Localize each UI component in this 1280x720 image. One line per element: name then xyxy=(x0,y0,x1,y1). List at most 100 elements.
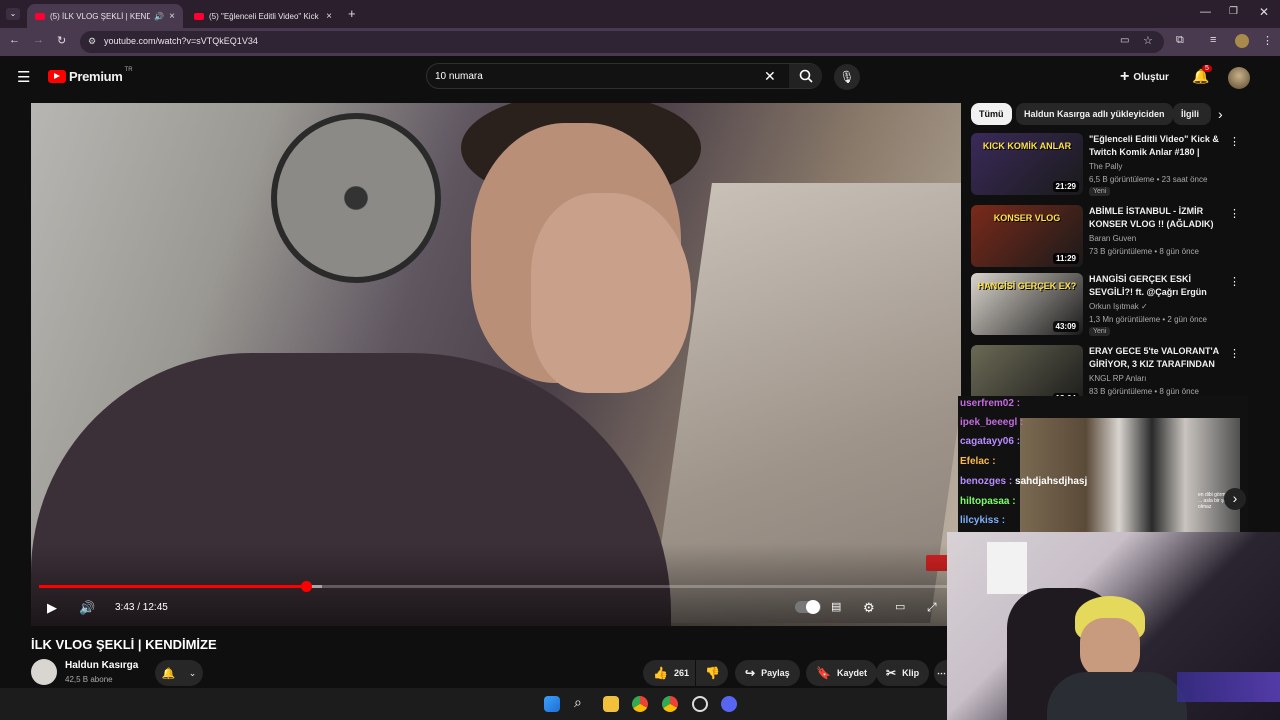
dislike-button[interactable]: 👎 xyxy=(696,660,728,686)
recommendation-item[interactable]: KICK KOMİK ANLAR 21:29 "Eğlenceli Editli V… xyxy=(971,133,1240,196)
minimize-icon[interactable]: — xyxy=(1200,6,1211,18)
new-tab-button[interactable]: + xyxy=(348,6,356,21)
region-code: TR xyxy=(124,66,133,73)
recommendation-item[interactable]: HANGİSİ GERÇEK EX? 43:09 HANGİSİ GERÇEK ES… xyxy=(971,273,1240,336)
search-icon[interactable]: ⌕ xyxy=(574,694,582,711)
windows-taskbar: ⌕ xyxy=(0,688,947,720)
more-options-icon[interactable]: ⋮ xyxy=(1229,347,1240,360)
recommendation-thumbnail[interactable]: KICK KOMİK ANLAR 21:29 xyxy=(971,133,1083,195)
restore-icon[interactable]: ❐ xyxy=(1229,6,1238,17)
more-options-icon[interactable]: ⋮ xyxy=(1229,207,1240,220)
clear-search-icon[interactable]: ✕ xyxy=(764,68,776,85)
reload-icon[interactable]: ↻ xyxy=(57,34,66,47)
chat-username: benozges : xyxy=(960,476,1013,487)
hamburger-menu-icon[interactable]: ☰ xyxy=(17,68,30,86)
subscriber-count: 42,5 B abone xyxy=(65,675,113,684)
chrome-active-icon[interactable] xyxy=(662,696,678,712)
chat-message: cagatayy06 : xyxy=(960,436,1020,447)
share-label: Paylaş xyxy=(761,668,790,678)
new-badge: Yeni xyxy=(1089,187,1111,196)
search-box[interactable]: 10 numara ✕ xyxy=(426,63,822,89)
close-window-icon[interactable]: ✕ xyxy=(1259,5,1269,19)
recommendation-channel[interactable]: Orkun Işıtmak ✓ xyxy=(1089,302,1148,311)
file-explorer-icon[interactable] xyxy=(603,696,619,712)
duration-badge: 43:09 xyxy=(1052,321,1079,332)
volume-icon[interactable]: 🔊 xyxy=(79,600,95,616)
back-arrow-icon[interactable]: ← xyxy=(9,34,20,46)
subtitles-icon[interactable]: ▤ xyxy=(831,600,841,613)
clip-button[interactable]: ✂ Klip xyxy=(876,660,930,686)
search-input[interactable]: 10 numara xyxy=(435,71,483,82)
recommendation-thumbnail[interactable]: HANGİSİ GERÇEK EX? 43:09 xyxy=(971,273,1083,335)
bell-icon: 🔔 xyxy=(161,667,176,680)
like-button[interactable]: 👍 261 xyxy=(643,660,695,686)
windows-start-icon[interactable] xyxy=(544,696,560,712)
profile-avatar[interactable] xyxy=(1235,34,1249,48)
channel-avatar[interactable] xyxy=(31,659,57,685)
forward-arrow-icon[interactable]: → xyxy=(33,34,44,46)
notifications-button[interactable]: 🔔 5 xyxy=(1192,65,1212,85)
chat-message: Efelac : xyxy=(960,456,996,467)
search-button[interactable] xyxy=(789,64,822,88)
discord-icon[interactable] xyxy=(721,696,737,712)
browser-tab-strip: ⌄ (5) İLK VLOG ŞEKLİ | KENDİMİZE 🔊 × (5)… xyxy=(0,0,1280,28)
recommendation-item[interactable]: KONSER VLOG 11:29 ABİMLE İSTANBUL - İZMİR … xyxy=(971,205,1240,267)
play-button[interactable]: ▶ xyxy=(47,600,57,616)
app-icon[interactable] xyxy=(692,696,708,712)
more-options-icon[interactable]: ⋮ xyxy=(1229,275,1240,288)
tab-close-icon[interactable]: × xyxy=(326,11,332,22)
recommendation-thumbnail[interactable]: KONSER VLOG 11:29 xyxy=(971,205,1083,267)
thumbnail-overlay-text: KONSER VLOG xyxy=(993,213,1061,223)
progress-bar[interactable] xyxy=(39,581,953,592)
cast-icon[interactable]: ▭ xyxy=(1120,35,1129,46)
chat-username: Efelac : xyxy=(960,456,996,467)
save-button[interactable]: 🔖 Kaydet xyxy=(806,660,877,686)
channel-name[interactable]: Haldun Kasırga xyxy=(65,660,138,671)
recommendation-title[interactable]: "Eğlenceli Editli Video" Kick & Twitch K… xyxy=(1089,133,1221,159)
theater-mode-icon[interactable]: ▭ xyxy=(895,600,905,613)
duration-badge: 11:29 xyxy=(1052,253,1079,264)
video-frame-person-hand xyxy=(531,193,691,393)
tab-eglenceli-video[interactable]: (5) "Eğlenceli Editli Video" Kick × xyxy=(186,4,340,28)
chat-username: cagatayy06 : xyxy=(960,436,1021,447)
media-controls-icon[interactable]: ≡ xyxy=(1210,34,1216,46)
tab-close-icon[interactable]: × xyxy=(169,11,175,22)
more-options-icon[interactable]: ⋮ xyxy=(1229,135,1240,148)
address-bar[interactable]: ⚙ youtube.com/watch?v=sVTQkEQ1V34 ▭ ☆ xyxy=(80,31,1164,53)
recommendation-channel[interactable]: KNGL RP Anları xyxy=(1089,374,1146,383)
video-player[interactable]: ▶ 🔊 3:43 / 12:45 ▤ ⚙ ▭ ⤢ xyxy=(31,103,961,626)
tab-search-button[interactable]: ⌄ xyxy=(6,8,20,20)
webcam-poster xyxy=(987,542,1027,594)
share-button[interactable]: ↪ Paylaş xyxy=(735,660,800,686)
settings-gear-icon[interactable]: ⚙ xyxy=(863,600,875,616)
stream-chat-overlay: en dibi görmeden ... asla bir şey olmaz … xyxy=(958,396,1248,532)
recommendation-channel[interactable]: The Pally xyxy=(1089,162,1122,171)
youtube-premium-logo[interactable]: Premium TR xyxy=(48,66,133,84)
chip-all[interactable]: Tümü xyxy=(971,103,1012,125)
voice-search-button[interactable]: 🎙 xyxy=(834,64,860,90)
scrubber-handle[interactable] xyxy=(300,581,312,592)
recommendation-title[interactable]: ERAY GECE 5'te VALORANT'A GİRİYOR, 3 KIZ… xyxy=(1089,345,1221,371)
autoplay-toggle[interactable] xyxy=(795,600,821,614)
youtube-favicon-icon xyxy=(194,12,204,20)
new-badge: Yeni xyxy=(1089,327,1111,336)
chat-next-button[interactable]: › xyxy=(1224,488,1246,510)
fullscreen-icon[interactable]: ⤢ xyxy=(927,600,937,615)
recommendation-title[interactable]: HANGİSİ GERÇEK ESKİ SEVGİLİ?! ft. @Çağrı… xyxy=(1089,273,1221,299)
tab-ilk-vlog[interactable]: (5) İLK VLOG ŞEKLİ | KENDİMİZE 🔊 × xyxy=(27,4,183,28)
create-button[interactable]: + Oluştur xyxy=(1120,68,1169,86)
browser-menu-icon[interactable]: ⋮ xyxy=(1262,34,1273,47)
account-avatar[interactable] xyxy=(1228,67,1250,89)
recommendation-channel[interactable]: Baran Guven xyxy=(1089,234,1136,243)
subscribe-notification-button[interactable]: 🔔 ⌄ xyxy=(155,660,203,686)
chrome-icon[interactable] xyxy=(632,696,648,712)
chips-next-chevron-icon[interactable]: › xyxy=(1218,106,1223,122)
extensions-icon[interactable]: ⧉ xyxy=(1176,34,1184,47)
tab-title: (5) İLK VLOG ŞEKLİ | KENDİMİZE xyxy=(50,11,150,21)
site-info-icon[interactable]: ⚙ xyxy=(88,36,96,47)
chip-from-uploader[interactable]: Haldun Kasırga adlı yükleyiciden xyxy=(1016,103,1173,125)
bookmark-star-icon[interactable]: ☆ xyxy=(1143,34,1153,47)
recommendation-title[interactable]: ABİMLE İSTANBUL - İZMİR KONSER VLOG !! (… xyxy=(1089,205,1221,231)
more-actions-button[interactable]: ⋯ xyxy=(934,660,947,686)
chip-related[interactable]: İlgili xyxy=(1173,103,1211,125)
